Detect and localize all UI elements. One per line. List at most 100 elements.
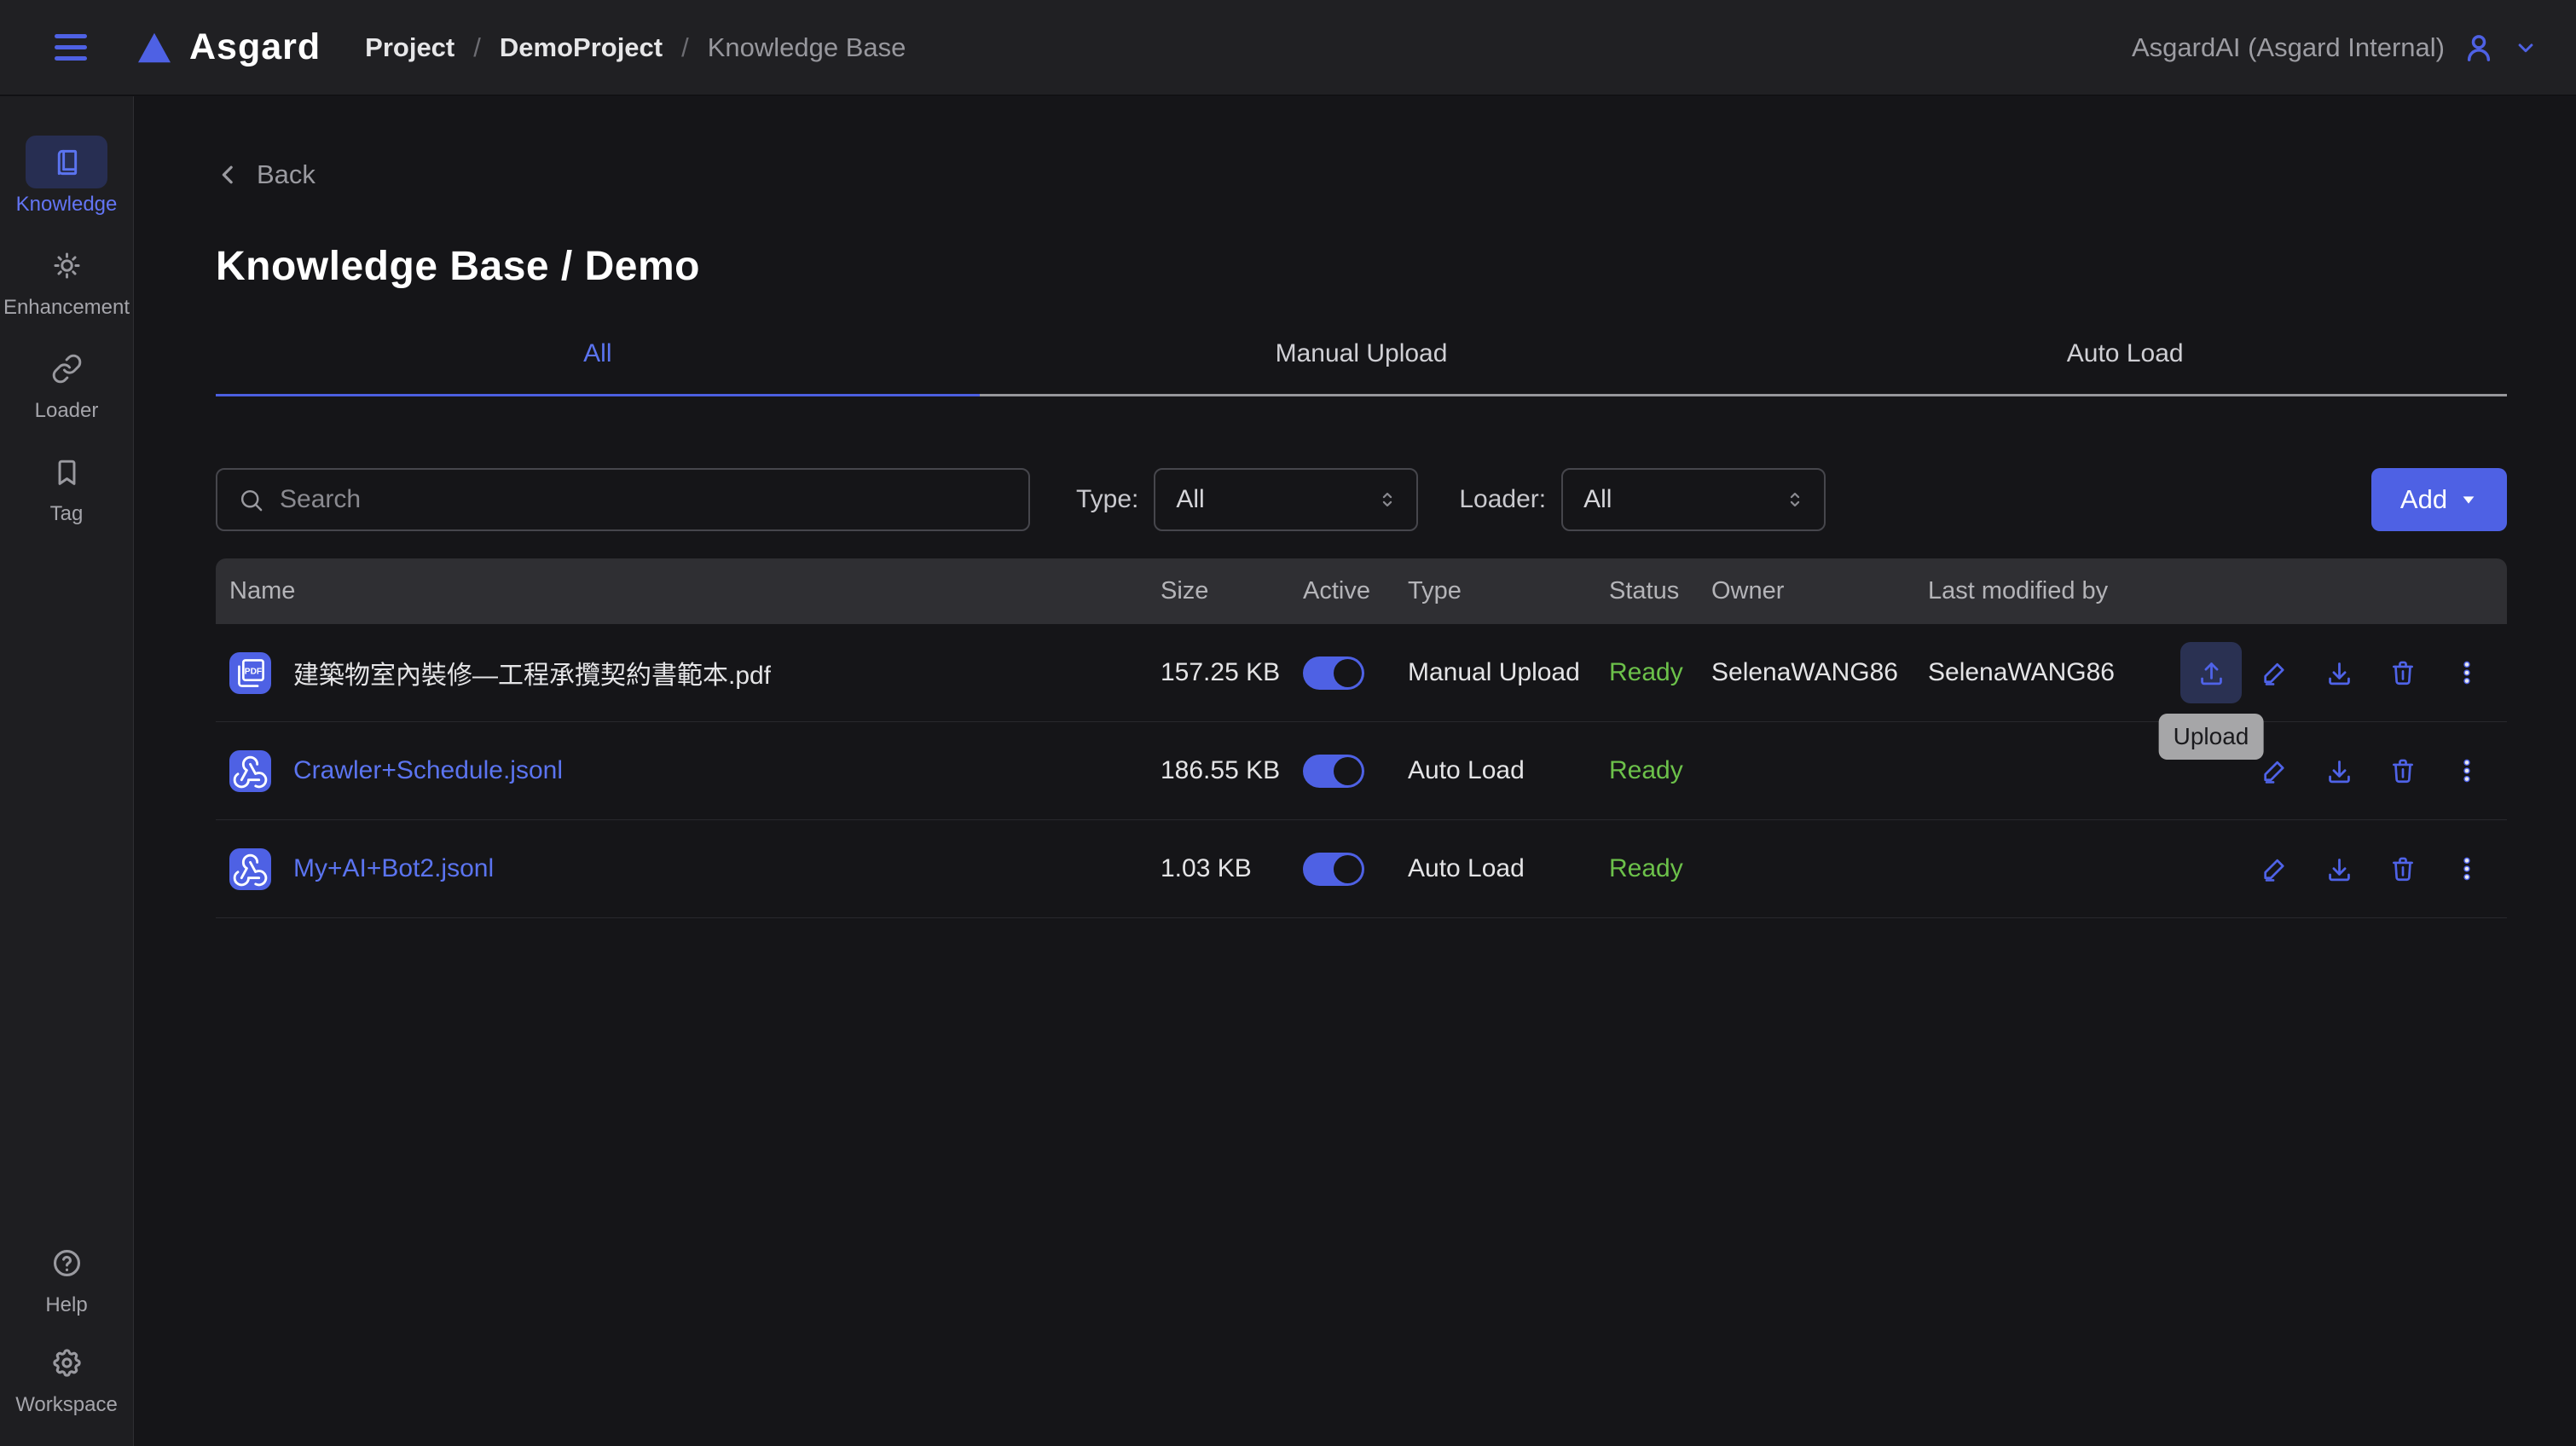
breadcrumb-separator: / [473,32,481,63]
kebab-menu-icon [2452,658,2481,687]
select-arrows-icon [1783,488,1807,512]
back-button[interactable]: Back [216,159,315,190]
upload-icon [2197,658,2226,688]
last-modified-by: SelenaWANG86 [1928,658,2180,687]
edit-button[interactable] [2244,838,2306,899]
type-filter-select[interactable]: All [1154,468,1418,531]
breadcrumb-current: Knowledge Base [708,32,906,63]
sidebar-item-enhancement[interactable]: Enhancement [0,239,133,320]
active-toggle[interactable] [1303,853,1364,886]
page-title: Knowledge Base / Demo [216,243,2507,290]
column-header-active: Active [1303,577,1408,605]
file-size: 157.25 KB [1161,658,1303,687]
tab-auto-load[interactable]: Auto Load [1743,339,2507,396]
table-header-row: Name Size Active Type Status Owner Last … [216,558,2507,624]
download-icon [2324,658,2354,688]
search-input[interactable] [280,485,1008,514]
column-header-size: Size [1161,577,1303,605]
breadcrumb-subproject[interactable]: DemoProject [500,32,663,63]
upload-button[interactable]: Upload [2180,642,2242,703]
search-icon [238,487,264,513]
file-size: 186.55 KB [1161,756,1303,785]
column-header-owner: Owner [1711,577,1928,605]
file-type: Manual Upload [1408,658,1609,687]
sidebar-item-knowledge[interactable]: Knowledge [0,136,133,217]
edit-button[interactable] [2244,642,2306,703]
edit-pen-icon [2261,854,2289,883]
column-header-last-modified: Last modified by [1928,577,2180,605]
app-title: Asgard [189,26,321,68]
table-row: My+AI+Bot2.jsonl 1.03 KB Auto Load Ready [216,820,2507,918]
book-icon [51,147,83,178]
webhook-file-icon [229,750,271,792]
column-header-type: Type [1408,577,1609,605]
file-type: Auto Load [1408,854,1609,883]
delete-button[interactable] [2372,740,2434,801]
delete-button[interactable] [2372,642,2434,703]
menu-icon[interactable] [55,34,87,61]
kebab-menu-icon [2452,854,2481,883]
sidebar-item-tag[interactable]: Tag [0,445,133,526]
download-button[interactable] [2308,740,2370,801]
sidebar-item-workspace[interactable]: Workspace [0,1336,133,1417]
user-icon [2462,31,2496,65]
sidebar-item-help[interactable]: Help [0,1236,133,1317]
edit-pen-icon [2261,658,2289,687]
select-arrows-icon [1375,488,1399,512]
active-toggle[interactable] [1303,656,1364,690]
tab-all[interactable]: All [216,339,980,396]
file-type: Auto Load [1408,756,1609,785]
trash-icon [2388,854,2417,883]
download-button[interactable] [2308,838,2370,899]
account-menu[interactable]: AsgardAI (Asgard Internal) [2132,31,2538,65]
more-button[interactable] [2436,642,2498,703]
loader-filter-label: Loader: [1459,485,1546,514]
file-name-link[interactable]: My+AI+Bot2.jsonl [293,854,494,883]
caret-down-icon [2459,490,2478,509]
sidebar: Knowledge Enhancement Loader [0,96,134,1446]
sidebar-item-loader[interactable]: Loader [0,342,133,423]
bookmark-icon [51,456,83,488]
download-icon [2324,854,2354,884]
trash-icon [2388,658,2417,687]
help-circle-icon [50,1246,84,1280]
loader-filter-select[interactable]: All [1561,468,1826,531]
add-button[interactable]: Add [2371,468,2507,531]
table-row: PDF 建築物室內裝修—工程承攬契約書範本.pdf 157.25 KB Manu… [216,624,2507,722]
account-label: AsgardAI (Asgard Internal) [2132,32,2445,63]
status-badge: Ready [1609,756,1711,785]
sidebar-item-label: Enhancement [3,296,130,320]
pdf-file-icon: PDF [229,652,271,694]
status-badge: Ready [1609,854,1711,883]
app-logo[interactable]: Asgard [136,26,321,68]
sun-icon [51,250,83,281]
type-filter-label: Type: [1076,485,1138,514]
tab-bar: All Manual Upload Auto Load [216,339,2507,396]
download-icon [2324,756,2354,786]
breadcrumb-separator: / [681,32,689,63]
upload-tooltip: Upload [2159,714,2264,760]
download-button[interactable] [2308,642,2370,703]
file-size: 1.03 KB [1161,854,1303,883]
top-bar: Asgard Project / DemoProject / Knowledge… [0,0,2576,95]
file-name-link[interactable]: Crawler+Schedule.jsonl [293,756,563,785]
more-button[interactable] [2436,838,2498,899]
gear-icon [50,1346,84,1379]
more-button[interactable] [2436,740,2498,801]
link-icon [51,353,83,385]
owner: SelenaWANG86 [1711,658,1928,687]
breadcrumb: Project / DemoProject / Knowledge Base [365,32,906,63]
filter-bar: Type: All Loader: All Add [216,468,2507,531]
active-toggle[interactable] [1303,755,1364,788]
delete-button[interactable] [2372,838,2434,899]
sidebar-item-label: Loader [35,399,99,423]
sidebar-item-label: Help [45,1293,87,1317]
trash-icon [2388,756,2417,785]
column-header-status: Status [1609,577,1711,605]
breadcrumb-project[interactable]: Project [365,32,454,63]
tab-manual-upload[interactable]: Manual Upload [980,339,1744,396]
webhook-file-icon [229,848,271,890]
chevron-left-icon [216,162,241,188]
column-header-name: Name [229,577,1161,605]
kebab-menu-icon [2452,756,2481,785]
